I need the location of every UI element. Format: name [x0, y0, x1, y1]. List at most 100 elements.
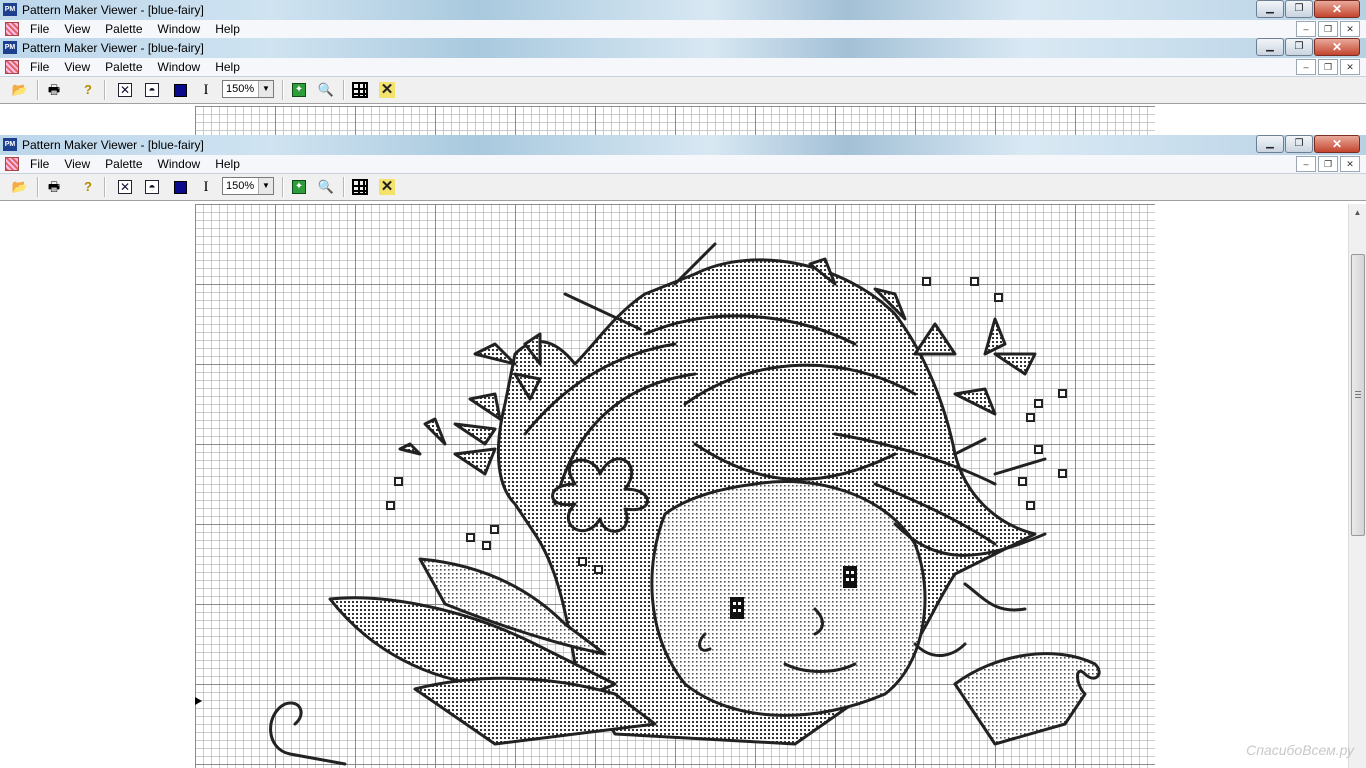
close-button[interactable]: ✕ [1314, 0, 1360, 18]
toolbar-separator [282, 80, 284, 100]
title-bar[interactable]: PM Pattern Maker Viewer - [blue-fairy] ▁… [0, 0, 1366, 20]
menu-view[interactable]: View [64, 22, 90, 36]
mdi-close-button[interactable]: ✕ [1340, 21, 1360, 37]
window-3: PM Pattern Maker Viewer - [blue-fairy] ▁… [0, 135, 1366, 201]
menu-palette[interactable]: Palette [105, 60, 142, 74]
window-2-canvas [0, 106, 1366, 135]
full-color-icon[interactable] [171, 81, 189, 99]
zoom-value: 150% [226, 83, 255, 95]
menu-file[interactable]: File [30, 60, 49, 74]
menu-window[interactable]: Window [158, 157, 201, 171]
stitch-cross-icon[interactable]: ✕ [116, 81, 134, 99]
watermark: СпасибоВсем.ру [1246, 742, 1354, 758]
app-icon: PM [3, 138, 17, 151]
pattern-canvas [0, 204, 1366, 768]
grid-icon[interactable] [351, 81, 369, 99]
app-icon: PM [3, 3, 17, 16]
menu-view[interactable]: View [64, 157, 90, 171]
mdi-minimize-button[interactable]: – [1296, 21, 1316, 37]
menu-window[interactable]: Window [158, 22, 201, 36]
window-title: Pattern Maker Viewer - [blue-fairy] [22, 138, 204, 152]
open-icon[interactable]: 📂 [11, 81, 29, 99]
print-icon[interactable]: 🖶 [45, 81, 63, 99]
window-2: PM Pattern Maker Viewer - [blue-fairy] ▁… [0, 38, 1366, 104]
help-icon[interactable]: ? [79, 81, 97, 99]
menu-help[interactable]: Help [215, 22, 240, 36]
toolbar-separator [343, 177, 345, 197]
menu-file[interactable]: File [30, 22, 49, 36]
open-icon[interactable]: 📂 [11, 178, 29, 196]
scroll-thumb[interactable] [1351, 254, 1365, 536]
zoom-select[interactable]: 150% ▼ [222, 177, 274, 195]
fit-to-window-icon[interactable]: ✦ [290, 81, 308, 99]
vertical-scrollbar[interactable]: ▲ [1348, 204, 1366, 768]
document-icon[interactable] [5, 60, 19, 74]
menu-window[interactable]: Window [158, 60, 201, 74]
document-icon[interactable] [5, 22, 19, 36]
menu-palette[interactable]: Palette [105, 22, 142, 36]
window-title: Pattern Maker Viewer - [blue-fairy] [22, 41, 204, 55]
restore-button[interactable]: ❐ [1285, 0, 1313, 18]
minimize-button[interactable]: ▁ [1256, 135, 1284, 153]
fit-to-window-icon[interactable]: ✦ [290, 178, 308, 196]
print-icon[interactable]: 🖶 [45, 178, 63, 196]
restore-button[interactable]: ❐ [1285, 38, 1313, 56]
toolbar-separator [104, 80, 106, 100]
chevron-down-icon[interactable]: ▼ [258, 81, 273, 97]
menu-bar: File View Palette Window Help – ❐ ✕ [0, 58, 1366, 77]
fairy-pattern-drawing [269, 242, 1101, 766]
grid-icon[interactable] [351, 178, 369, 196]
zoom-select[interactable]: 150% ▼ [222, 80, 274, 98]
text-cursor-icon[interactable]: I [197, 178, 215, 196]
menu-help[interactable]: Help [215, 60, 240, 74]
mdi-minimize-button[interactable]: – [1296, 59, 1316, 75]
caption-buttons: ▁ ❐ ✕ [1255, 0, 1360, 18]
minimize-button[interactable]: ▁ [1256, 0, 1284, 18]
cross-marker-icon[interactable]: ✕ [378, 178, 396, 196]
window-1: PM Pattern Maker Viewer - [blue-fairy] ▁… [0, 0, 1366, 39]
mdi-restore-button[interactable]: ❐ [1318, 21, 1338, 37]
full-color-icon[interactable] [171, 178, 189, 196]
menu-file[interactable]: File [30, 157, 49, 171]
toolbar-separator [104, 177, 106, 197]
toolbar: 📂 🖶 ? ✕ ◓ I 150% ▼ ✦ 🔍 ✕ [0, 174, 1366, 201]
toolbar: 📂 🖶 ? ✕ ◓ I 150% ▼ ✦ 🔍 ✕ [0, 77, 1366, 104]
title-bar[interactable]: PM Pattern Maker Viewer - [blue-fairy] ▁… [0, 135, 1366, 155]
toolbar-separator [37, 80, 39, 100]
caption-buttons: ▁ ❐ ✕ [1255, 38, 1360, 56]
stitch-cross-icon[interactable]: ✕ [116, 178, 134, 196]
chevron-down-icon[interactable]: ▼ [258, 178, 273, 194]
restore-button[interactable]: ❐ [1285, 135, 1313, 153]
mdi-restore-button[interactable]: ❐ [1318, 59, 1338, 75]
mdi-close-button[interactable]: ✕ [1340, 59, 1360, 75]
mdi-close-button[interactable]: ✕ [1340, 156, 1360, 172]
toolbar-separator [282, 177, 284, 197]
caption-buttons: ▁ ❐ ✕ [1255, 135, 1360, 153]
backstitch-icon[interactable]: ◓ [143, 178, 161, 196]
help-icon[interactable]: ? [79, 178, 97, 196]
menu-bar: File View Palette Window Help – ❐ ✕ [0, 155, 1366, 174]
row-marker-icon [195, 697, 202, 705]
pattern-grid[interactable] [195, 204, 1155, 768]
backstitch-icon[interactable]: ◓ [143, 81, 161, 99]
scroll-up-icon[interactable]: ▲ [1349, 204, 1366, 221]
window-title: Pattern Maker Viewer - [blue-fairy] [22, 3, 204, 17]
menu-help[interactable]: Help [215, 157, 240, 171]
toolbar-separator [37, 177, 39, 197]
mdi-restore-button[interactable]: ❐ [1318, 156, 1338, 172]
mdi-minimize-button[interactable]: – [1296, 156, 1316, 172]
text-cursor-icon[interactable]: I [197, 81, 215, 99]
minimize-button[interactable]: ▁ [1256, 38, 1284, 56]
zoom-search-icon[interactable]: 🔍 [317, 178, 335, 196]
cross-marker-icon[interactable]: ✕ [378, 81, 396, 99]
title-bar[interactable]: PM Pattern Maker Viewer - [blue-fairy] ▁… [0, 38, 1366, 58]
document-icon[interactable] [5, 157, 19, 171]
close-button[interactable]: ✕ [1314, 38, 1360, 56]
menu-palette[interactable]: Palette [105, 157, 142, 171]
zoom-search-icon[interactable]: 🔍 [317, 81, 335, 99]
pattern-grid-strip[interactable] [195, 106, 1155, 135]
toolbar-separator [343, 80, 345, 100]
close-button[interactable]: ✕ [1314, 135, 1360, 153]
app-icon: PM [3, 41, 17, 54]
menu-view[interactable]: View [64, 60, 90, 74]
